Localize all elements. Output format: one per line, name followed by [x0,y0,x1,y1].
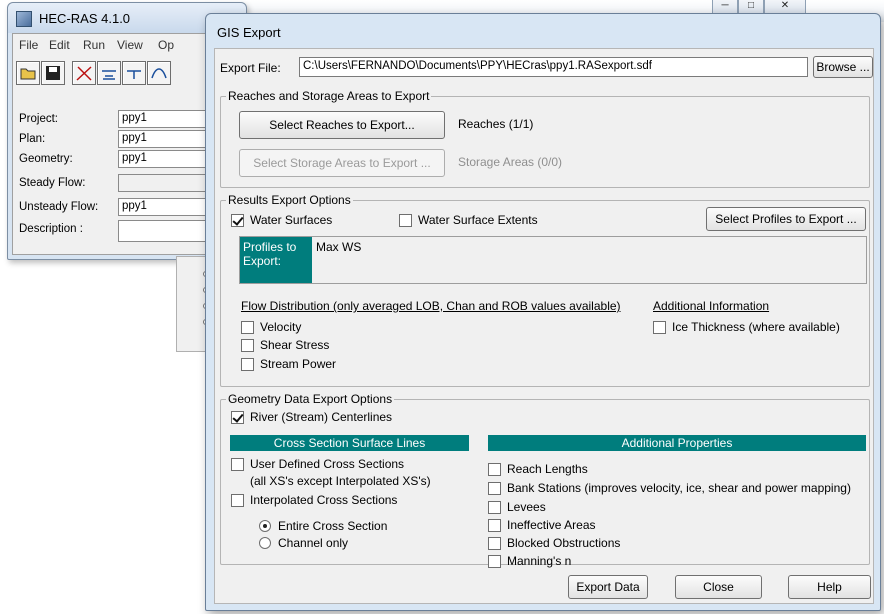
river-centerlines-label: River (Stream) Centerlines [250,410,393,424]
channel-only-radio[interactable]: Channel only [259,536,419,552]
channel-only-dot[interactable] [259,537,271,549]
bank-stations-check[interactable] [488,482,501,495]
cross-section-surface-lines-header: Cross Section Surface Lines [230,435,469,451]
close-button[interactable]: Close [675,575,762,599]
reaches-group-title: Reaches and Storage Areas to Export [226,89,432,103]
stream-power-label: Stream Power [260,357,337,371]
entire-cross-section-dot[interactable] [259,520,271,532]
select-storage-areas-button[interactable]: Select Storage Areas to Export ... [239,149,445,177]
bank-stations-label: Bank Stations (improves velocity, ice, s… [507,481,851,495]
unsteady-flow-icon[interactable] [122,61,146,85]
shear-stress-checkbox[interactable]: Shear Stress [241,338,361,354]
menu-file[interactable]: File [19,38,38,52]
geometry-icon[interactable] [72,61,96,85]
menu-options[interactable]: Op [158,38,174,52]
blocked-obstructions-checkbox[interactable]: Blocked Obstructions [488,536,688,552]
entire-cross-section-radio[interactable]: Entire Cross Section [259,519,419,535]
user-defined-xs-note: (all XS's except Interpolated XS's) [250,474,431,488]
plan-label: Plan: [19,133,46,145]
ice-thickness-checkbox[interactable]: Ice Thickness (where available) [653,320,865,336]
description-label: Description : [19,223,83,235]
geometry-export-group: Geometry Data Export Options River (Stre… [220,392,870,568]
save-icon[interactable] [41,61,65,85]
main-window-title: HEC-RAS 4.1.0 [39,11,131,26]
mannings-n-label: Manning's n [507,554,572,568]
water-surfaces-label: Water Surfaces [250,213,333,227]
levees-label: Levees [507,500,546,514]
open-folder-icon[interactable] [16,61,40,85]
geometry-group-title: Geometry Data Export Options [226,392,395,406]
channel-only-label: Channel only [278,536,349,550]
stream-power-checkbox[interactable]: Stream Power [241,357,361,373]
dialog-title: GIS Export [217,25,281,40]
export-file-label: Export File: [220,61,281,75]
additional-information-heading: Additional Information [653,299,770,313]
mannings-n-check[interactable] [488,555,501,568]
export-data-button[interactable]: Export Data [568,575,648,599]
geometry-label: Geometry: [19,153,73,165]
interpolated-xs-label: Interpolated Cross Sections [250,493,398,507]
dialog-client: Export File: C:\Users\FERNANDO\Documents… [214,48,874,604]
river-centerlines-checkbox[interactable]: River (Stream) Centerlines [231,410,431,426]
user-defined-xs-label: User Defined Cross Sections [250,457,405,471]
browse-button[interactable]: Browse ... [813,56,873,78]
shear-stress-check[interactable] [241,339,254,352]
ice-thickness-check[interactable] [653,321,666,334]
entire-cross-section-label: Entire Cross Section [278,519,388,533]
ineffective-areas-check[interactable] [488,519,501,532]
export-file-input[interactable]: C:\Users\FERNANDO\Documents\PPY\HECras\p… [299,57,808,77]
bank-stations-checkbox[interactable]: Bank Stations (improves velocity, ice, s… [488,481,868,497]
flow-distribution-heading: Flow Distribution (only averaged LOB, Ch… [241,299,621,313]
velocity-checkbox[interactable]: Velocity [241,320,361,336]
hec-ras-app-icon [16,11,32,27]
help-button[interactable]: Help [788,575,871,599]
select-profiles-button[interactable]: Select Profiles to Export ... [706,207,866,231]
levees-checkbox[interactable]: Levees [488,500,688,516]
additional-properties-header: Additional Properties [488,435,866,451]
water-surface-extents-checkbox[interactable]: Water Surface Extents [399,213,579,229]
interpolated-xs-checkbox[interactable]: Interpolated Cross Sections [231,493,431,509]
levees-check[interactable] [488,501,501,514]
reach-lengths-check[interactable] [488,463,501,476]
profiles-to-export-tag: Profiles to Export: [240,237,312,283]
mannings-n-checkbox[interactable]: Manning's n [488,554,688,570]
velocity-label: Velocity [260,320,302,334]
reaches-status: Reaches (1/1) [458,117,534,131]
steady-flow-icon[interactable] [97,61,121,85]
reaches-storage-group: Reaches and Storage Areas to Export Sele… [220,89,870,188]
reach-lengths-label: Reach Lengths [507,462,588,476]
blocked-obstructions-label: Blocked Obstructions [507,536,621,550]
unsteady-flow-label: Unsteady Flow: [19,201,99,213]
ineffective-areas-checkbox[interactable]: Ineffective Areas [488,518,688,534]
results-export-group: Results Export Options Water Surfaces Wa… [220,193,870,387]
gis-export-dialog: GIS Export Export File: C:\Users\FERNAND… [205,13,881,611]
blocked-obstructions-check[interactable] [488,537,501,550]
interpolated-xs-check[interactable] [231,494,244,507]
steady-flow-label: Steady Flow: [19,177,86,189]
profile-item[interactable]: Max WS [316,240,361,254]
reach-lengths-checkbox[interactable]: Reach Lengths [488,462,688,478]
menu-run[interactable]: Run [83,38,105,52]
river-centerlines-check[interactable] [231,411,244,424]
ineffective-areas-label: Ineffective Areas [507,518,596,532]
user-defined-xs-check[interactable] [231,458,244,471]
ice-thickness-label: Ice Thickness (where available) [672,320,840,334]
user-defined-xs-checkbox[interactable]: User Defined Cross Sections [231,457,431,473]
stream-power-check[interactable] [241,358,254,371]
shear-stress-label: Shear Stress [260,338,330,352]
project-label: Project: [19,113,58,125]
velocity-check[interactable] [241,321,254,334]
results-group-title: Results Export Options [226,193,353,207]
water-surfaces-checkbox[interactable]: Water Surfaces [231,213,371,229]
water-surface-extents-label: Water Surface Extents [418,213,538,227]
profiles-to-export-box: Profiles to Export: Max WS [239,236,867,284]
quasi-unsteady-icon[interactable] [147,61,171,85]
storage-areas-status: Storage Areas (0/0) [458,155,563,169]
menu-edit[interactable]: Edit [49,38,70,52]
menu-view[interactable]: View [117,38,143,52]
select-reaches-button[interactable]: Select Reaches to Export... [239,111,445,139]
water-surfaces-check[interactable] [231,214,244,227]
water-surface-extents-check[interactable] [399,214,412,227]
